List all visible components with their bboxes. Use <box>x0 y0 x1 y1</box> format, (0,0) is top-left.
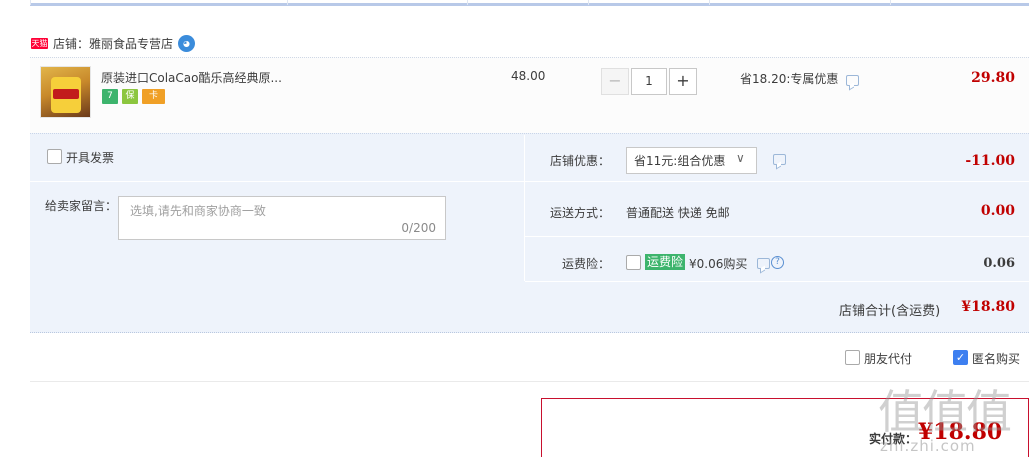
product-label-image <box>53 89 79 99</box>
seven-day-return-icon[interactable]: 7 <box>102 89 118 104</box>
unit-price: 48.00 <box>511 69 546 83</box>
header-divider <box>467 0 468 5</box>
friend-pay-label[interactable]: 朋友代付 <box>864 350 912 367</box>
invoice-checkbox[interactable] <box>47 149 62 164</box>
item-total-price: 29.80 <box>971 70 1015 86</box>
insurance-amount: 0.06 <box>983 256 1015 271</box>
shop-discount-label: 店铺优惠： <box>550 154 611 168</box>
quantity-decrease-button[interactable]: − <box>601 68 629 95</box>
shop-subtotal-label: 店铺合计(含运费) <box>839 304 941 319</box>
header-divider <box>588 0 589 5</box>
chevron-down-icon[interactable]: ∨ <box>736 151 745 165</box>
quantity-input[interactable]: 1 <box>631 68 667 95</box>
tmall-badge: 天猫 <box>31 38 48 49</box>
header-underline <box>30 3 1029 6</box>
message-label: 给卖家留言： <box>45 199 118 213</box>
insurance-tag: 运费险 <box>645 254 686 270</box>
quantity-increase-button[interactable]: + <box>669 68 697 95</box>
wangwang-chat-icon[interactable]: ◕ <box>178 35 195 52</box>
insurance-label: 运费险： <box>562 257 611 271</box>
options-row-divider <box>525 181 1029 182</box>
promo-comment-icon[interactable] <box>846 75 859 86</box>
anonymous-purchase-checkbox[interactable]: ✓ <box>953 350 968 365</box>
insurance-price[interactable]: ¥0.06购买 <box>689 255 747 272</box>
options-row-divider <box>525 236 1029 237</box>
options-row-divider <box>525 281 1029 282</box>
header-divider <box>890 0 891 5</box>
item-promotion: 省18.20:专属优惠 <box>740 72 839 86</box>
header-divider <box>287 0 288 5</box>
shipping-method: 普通配送 快递 免邮 <box>626 206 730 220</box>
help-icon[interactable]: ? <box>771 256 784 269</box>
product-title-link[interactable]: 原装进口ColaCao酷乐高经典原... <box>101 69 291 86</box>
header-divider <box>709 0 710 5</box>
anonymous-purchase-label[interactable]: 匿名购买 <box>972 350 1020 367</box>
shop-discount-amount: -11.00 <box>965 153 1015 169</box>
friend-pay-checkbox[interactable] <box>845 350 860 365</box>
guarantee-shield-icon[interactable]: 保 <box>122 89 138 104</box>
message-char-count: 0/200 <box>401 221 436 235</box>
invoice-label[interactable]: 开具发票 <box>66 149 114 166</box>
watermark-url: zhi.zhi.com <box>880 437 976 455</box>
shipping-amount: 0.00 <box>980 203 1015 219</box>
shop-subtotal-amount: ¥18.80 <box>961 299 1015 315</box>
credit-card-icon[interactable]: 卡 <box>142 89 165 104</box>
insurance-checkbox[interactable] <box>626 255 641 270</box>
message-placeholder: 选填,请先和商家协商一致 <box>130 204 266 218</box>
header-divider <box>30 0 31 5</box>
options-divider <box>524 135 525 281</box>
product-thumbnail[interactable] <box>40 66 91 118</box>
options-row-divider <box>30 181 524 182</box>
shipping-label: 运送方式： <box>550 206 611 220</box>
watermark-logo: 值值值 <box>878 385 1012 439</box>
shop-discount-value[interactable]: 省11元:组合优惠 <box>634 152 725 169</box>
insurance-comment-icon[interactable] <box>757 258 770 269</box>
discount-comment-icon[interactable] <box>773 154 786 165</box>
shop-name-link[interactable]: 店铺：雅丽食品专营店 <box>53 35 173 52</box>
